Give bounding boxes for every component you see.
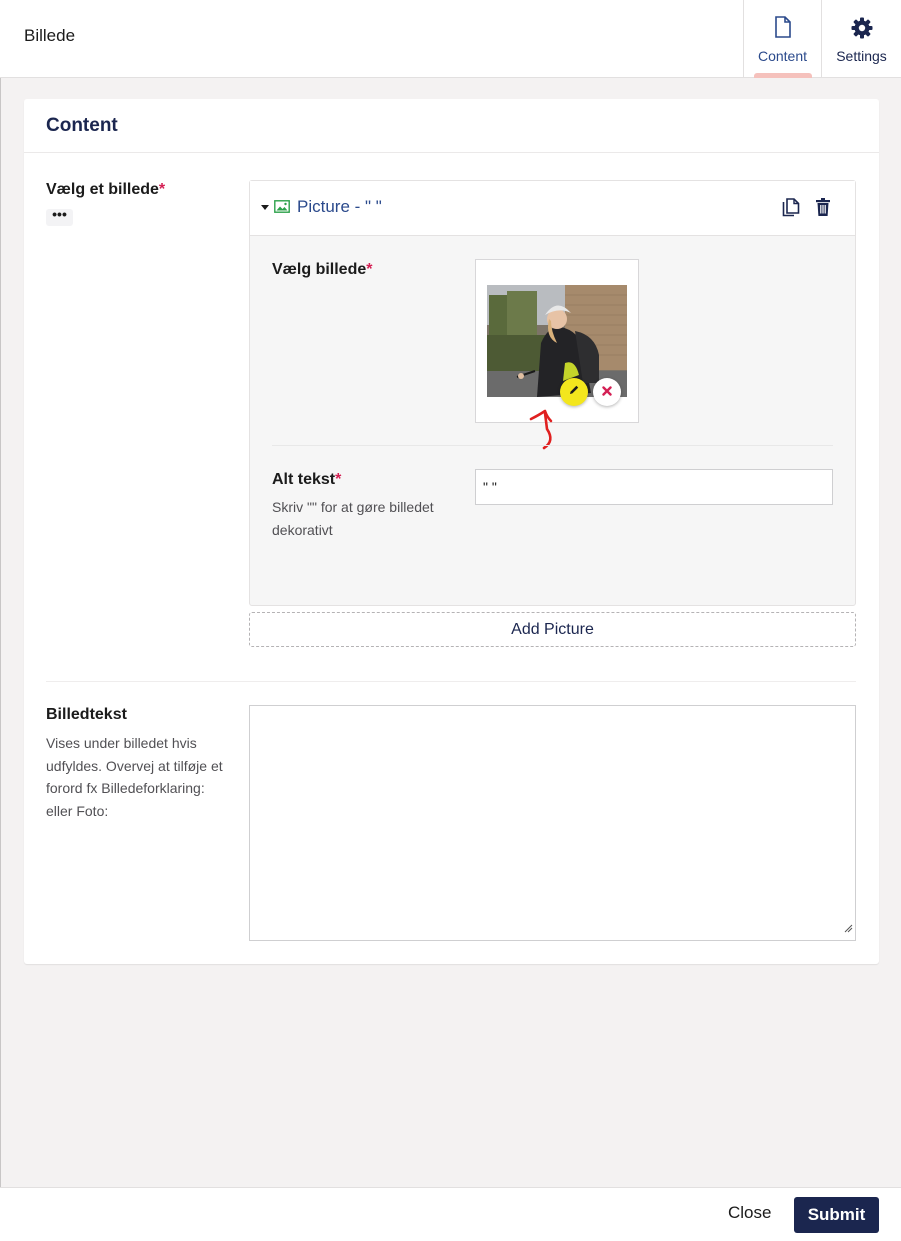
section-divider [46,681,856,682]
dialog-left-border [0,78,1,1188]
collapse-caret-icon[interactable] [261,205,269,210]
close-button[interactable]: Close [716,1203,783,1223]
dialog-footer: Close Submit [0,1187,901,1241]
add-picture-button[interactable]: Add Picture [249,612,856,647]
picture-block: Picture - " " Vælg billede* Alt tekst* S… [249,180,856,606]
choose-picture-label: Vælg billede* [272,261,372,279]
edit-media-button[interactable] [560,378,588,406]
required-mark: * [366,261,373,278]
picture-block-title[interactable]: Picture - " " [297,197,382,217]
dialog-header: Billede Content Settings [0,0,901,78]
choose-image-label: Vælg et billede* [46,181,165,199]
dialog-title: Billede [24,26,76,45]
tab-content-label: Content [757,48,808,64]
active-tab-indicator [754,73,812,78]
annotation-arrow-icon [529,409,553,450]
caption-textarea[interactable] [249,705,856,941]
field-divider [272,445,833,446]
required-mark: * [158,181,166,198]
submit-button[interactable]: Submit [794,1197,879,1233]
property-actions-button[interactable]: ••• [46,207,73,226]
pencil-icon [568,383,580,401]
alt-text-description: Skriv "" for at gøre billedet dekorativt [272,499,434,538]
close-icon [602,383,612,401]
caption-description: Vises under billedet hvis udfyldes. Over… [46,735,223,819]
gear-icon [850,16,874,42]
delete-icon[interactable] [816,198,830,221]
tab-settings[interactable]: Settings [821,0,901,78]
tab-content[interactable]: Content [743,0,821,78]
choose-picture-label-text: Vælg billede [272,261,367,278]
caption-label: Billedtekst [46,706,127,723]
picture-block-header[interactable]: Picture - " " [250,181,855,236]
copy-icon[interactable] [782,198,801,222]
alt-text-label-text: Alt tekst [272,471,336,488]
resize-handle-icon[interactable] [844,920,853,938]
document-icon [774,16,792,42]
selected-media-card[interactable] [475,259,639,423]
picture-icon [274,200,290,218]
choose-image-label-text: Vælg et billede [46,181,159,198]
card-title: Content [24,99,879,153]
alt-text-input[interactable] [475,469,833,505]
alt-text-label: Alt tekst* [272,471,341,489]
remove-media-button[interactable] [593,378,621,406]
content-card: Content Vælg et billede* ••• Picture - "… [24,99,879,964]
required-mark: * [335,471,342,488]
tab-settings-label: Settings [836,48,887,64]
